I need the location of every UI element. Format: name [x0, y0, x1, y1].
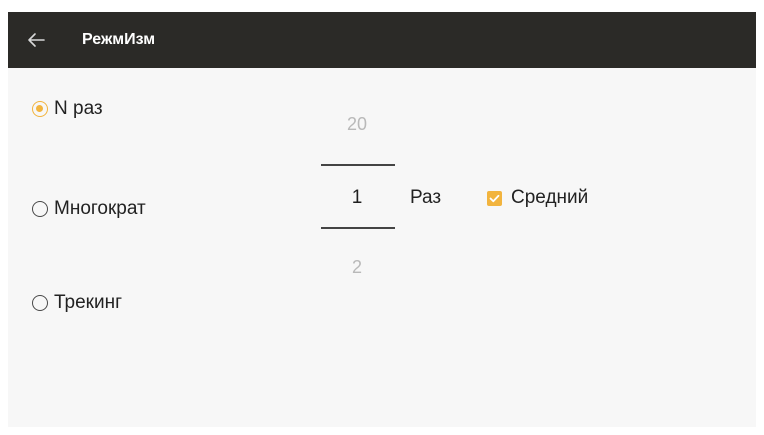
page-title: РежмИзм	[82, 31, 156, 48]
radio-selected-icon[interactable]	[32, 101, 48, 117]
checkbox-checked-icon[interactable]	[487, 190, 502, 206]
mode-option-label: Многократ	[54, 198, 146, 219]
app-bar: РежмИзм	[8, 12, 756, 68]
unit-label: Раз	[410, 187, 442, 208]
picker-divider-top	[321, 164, 395, 166]
mode-option-label: N раз	[54, 98, 103, 119]
picker-next-value[interactable]: 2	[315, 257, 399, 278]
back-button[interactable]	[8, 12, 64, 68]
radio-unselected-icon[interactable]	[32, 201, 48, 217]
radio-unselected-icon[interactable]	[32, 295, 48, 311]
mode-option-tracking[interactable]: Трекинг	[32, 292, 122, 314]
picker-previous-value[interactable]: 20	[315, 114, 399, 135]
picker-current-value[interactable]: 1	[315, 187, 399, 209]
mode-option-label: Трекинг	[54, 292, 123, 313]
mode-option-repeat[interactable]: Многократ	[32, 198, 146, 220]
arrow-left-icon	[28, 33, 45, 47]
average-checkbox[interactable]: Средний	[487, 187, 588, 209]
count-number-picker[interactable]: 20 1 2	[315, 108, 399, 294]
mode-option-n-times[interactable]: N раз	[32, 98, 103, 120]
average-checkbox-label: Средний	[511, 187, 589, 208]
app-screen: РежмИзм N раз Многократ Трекинг 20 1 2 Р…	[8, 12, 756, 427]
picker-divider-bottom	[321, 227, 395, 229]
